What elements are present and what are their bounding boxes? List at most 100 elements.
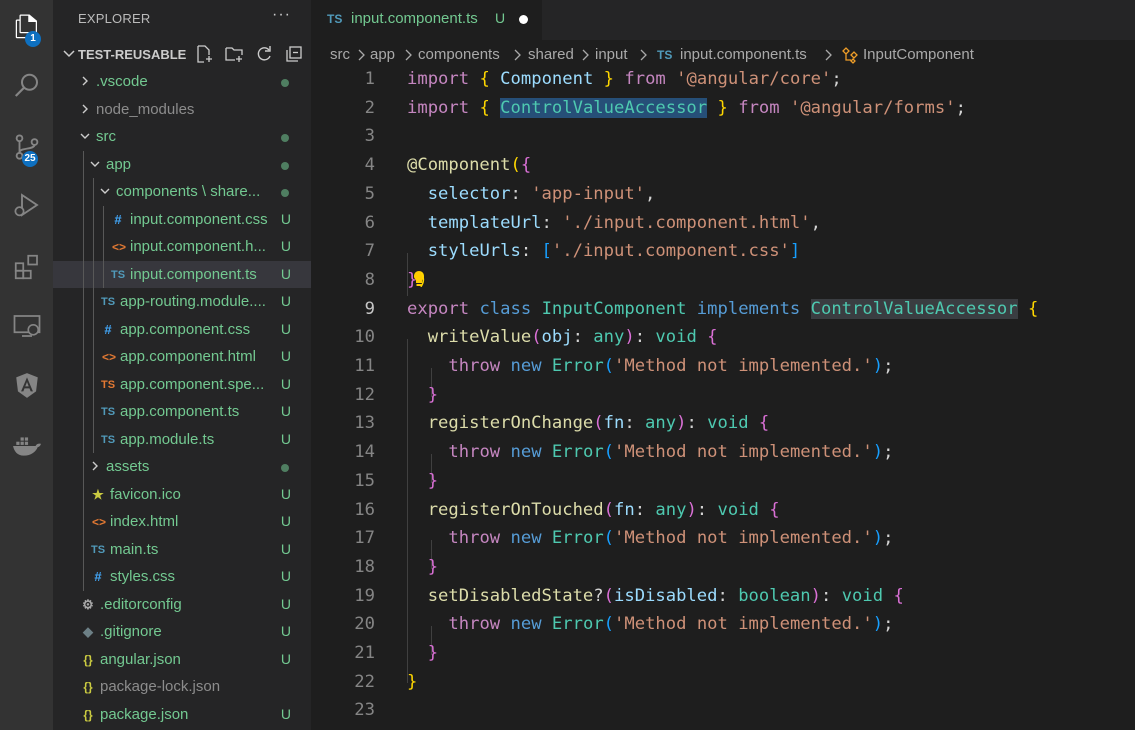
git-status-untracked: U xyxy=(280,705,291,722)
code-line[interactable]: 6 templateUrl: './input.component.html', xyxy=(311,210,1135,239)
line-number: 1 xyxy=(364,69,375,89)
code-token: class xyxy=(479,298,532,319)
tree-item[interactable]: <> input.component.h... U xyxy=(53,233,311,261)
tree-item[interactable]: TS app-routing.module.... U xyxy=(53,288,311,316)
code-token: : xyxy=(717,585,739,606)
tree-item[interactable]: TS app.component.spe... U xyxy=(53,370,311,398)
code-line[interactable]: 3 xyxy=(311,123,1135,152)
tree-item[interactable]: TS app.component.ts U xyxy=(53,398,311,426)
chevron-right-icon xyxy=(92,461,98,471)
tree-item[interactable]: <> app.component.html U xyxy=(53,343,311,371)
new-file-icon[interactable] xyxy=(194,44,214,64)
tree-item[interactable]: components \ share... xyxy=(53,178,311,206)
tree-item[interactable]: ★ favicon.ico U xyxy=(53,480,311,508)
code-line[interactable]: 7 styleUrls: ['./input.component.css'] xyxy=(311,238,1135,267)
tree-item[interactable]: TS input.component.ts U xyxy=(53,260,311,288)
code-line[interactable]: 20 throw new Error('Method not implement… xyxy=(311,611,1135,640)
tree-indent-guide xyxy=(83,343,84,371)
search-icon[interactable] xyxy=(0,62,53,110)
code-line[interactable]: 10 writeValue(obj: any): void { xyxy=(311,324,1135,353)
code-line[interactable]: 12 } xyxy=(311,382,1135,411)
angular-icon[interactable] xyxy=(0,362,53,410)
breadcrumb-item[interactable]: src xyxy=(330,46,350,63)
code-line[interactable]: 16 registerOnTouched(fn: any): void { xyxy=(311,497,1135,526)
tree-item[interactable]: ⚙ .editorconfig U xyxy=(53,591,311,619)
tree-item[interactable]: .vscode xyxy=(53,68,311,96)
code-line[interactable]: 18 } xyxy=(311,554,1135,583)
code-line[interactable]: 22} xyxy=(311,669,1135,698)
code-editor[interactable]: 1 import { Component } from '@angular/cor… xyxy=(311,66,1135,730)
extensions-icon[interactable] xyxy=(0,243,53,291)
tree-item[interactable]: node_modules xyxy=(53,96,311,124)
git-status-untracked: U xyxy=(280,265,291,282)
code-line[interactable]: 11 throw new Error('Method not implement… xyxy=(311,353,1135,382)
more-actions-button[interactable]: ··· xyxy=(272,6,291,24)
new-folder-icon[interactable] xyxy=(224,44,244,64)
code-line[interactable]: 15 } xyxy=(311,468,1135,497)
code-line[interactable]: 13 registerOnChange(fn: any): void { xyxy=(311,410,1135,439)
code-line[interactable]: 23 xyxy=(311,697,1135,726)
breadcrumb-item[interactable]: shared xyxy=(528,46,574,63)
tree-item[interactable]: app xyxy=(53,150,311,178)
breadcrumb-symbol[interactable]: InputComponent xyxy=(863,46,974,63)
code-token: ] xyxy=(789,241,801,262)
tab-input-component-ts[interactable]: TS input.component.ts U xyxy=(311,0,542,40)
chevron-down-icon xyxy=(80,133,90,139)
tree-item[interactable]: {} package.json U xyxy=(53,701,311,729)
tree-indent-guide xyxy=(93,315,94,343)
code-token: : xyxy=(686,413,708,434)
breadcrumb-item[interactable]: input xyxy=(595,46,628,63)
breadcrumb-item[interactable]: components xyxy=(418,46,500,63)
code-line[interactable]: 9 export class InputComponent implements … xyxy=(311,296,1135,325)
git-status-untracked: U xyxy=(280,348,291,364)
code-line[interactable]: 4 @Component({ xyxy=(311,152,1135,181)
code-line[interactable]: 8}) xyxy=(311,267,1135,296)
tree-indent-guide xyxy=(83,288,84,316)
code-line[interactable]: 5 selector: 'app-input', xyxy=(311,181,1135,210)
code-token: , xyxy=(645,183,656,204)
code-line[interactable]: 17 throw new Error('Method not implement… xyxy=(311,525,1135,554)
chevron-down-icon xyxy=(90,161,100,167)
explorer-icon[interactable]: 1 xyxy=(0,3,53,51)
unsaved-dot-icon[interactable] xyxy=(519,15,528,24)
tree-item[interactable]: # app.component.css U xyxy=(53,315,311,343)
tree-item[interactable]: <> index.html U xyxy=(53,508,311,536)
breadcrumb-item[interactable]: app xyxy=(370,46,395,63)
docker-icon[interactable] xyxy=(0,422,53,470)
breadcrumb-file[interactable]: input.component.ts xyxy=(680,46,807,63)
workspace-section-header[interactable]: TEST-REUSABLE xyxy=(53,41,311,67)
tree-item[interactable]: # input.component.css U xyxy=(53,205,311,233)
tree-item[interactable]: src xyxy=(53,123,311,151)
ts-file-icon: TS xyxy=(110,268,126,281)
tab-label: input.component.ts xyxy=(351,10,478,27)
tree-item[interactable]: {} package-lock.json xyxy=(53,673,311,701)
collapse-all-icon[interactable] xyxy=(284,44,304,64)
refresh-icon[interactable] xyxy=(254,44,274,64)
code-token: throw xyxy=(448,614,501,635)
code-line[interactable]: 1 import { Component } from '@angular/cor… xyxy=(311,66,1135,95)
code-line[interactable]: 14 throw new Error('Method not implement… xyxy=(311,439,1135,468)
code-line[interactable]: 2 import { ControlValueAccessor } from '@… xyxy=(311,95,1135,124)
tree-item[interactable]: {} angular.json U xyxy=(53,646,311,674)
tree-item[interactable]: TS app.module.ts U xyxy=(53,425,311,453)
code-token: ) xyxy=(624,327,635,348)
tree-item-label: components \ share... xyxy=(116,183,261,200)
code-token: '@angular/core' xyxy=(676,69,832,89)
run-debug-icon[interactable] xyxy=(0,181,53,229)
tree-item[interactable]: # styles.css U xyxy=(53,563,311,591)
tree-item[interactable]: TS main.ts U xyxy=(53,535,311,563)
code-token: ; xyxy=(883,442,894,463)
code-line[interactable]: 19 setDisabledState?(isDisabled: boolean… xyxy=(311,583,1135,612)
tree-item[interactable]: assets xyxy=(53,453,311,481)
code-token: : xyxy=(520,241,542,262)
source-control-icon[interactable]: 25 xyxy=(0,123,53,171)
remote-explorer-icon[interactable] xyxy=(0,302,53,350)
tree-item[interactable]: ◆ .gitignore U xyxy=(53,618,311,646)
code-line[interactable]: 21 } xyxy=(311,640,1135,669)
